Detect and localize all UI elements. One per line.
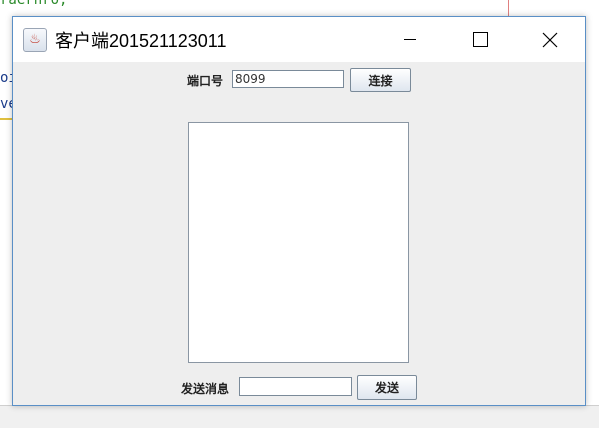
background-code-line: raernro, [0, 0, 68, 8]
connect-button[interactable]: 连接 [350, 68, 411, 92]
send-button[interactable]: 发送 [357, 375, 417, 400]
close-icon [542, 32, 558, 47]
java-icon: ♨ [23, 27, 47, 52]
window-title: 客户端201521123011 [55, 30, 227, 51]
background-status-strip [0, 405, 599, 428]
port-input[interactable] [232, 70, 344, 88]
background-margin-line [508, 0, 509, 16]
maximize-button[interactable] [457, 17, 503, 62]
message-input[interactable] [239, 377, 352, 396]
port-label: 端口号 [187, 74, 224, 88]
chat-log-area[interactable] [188, 122, 409, 363]
window-content: 端口号 连接 发送消息 发送 [13, 62, 585, 405]
title-bar[interactable]: ♨ 客户端201521123011 [13, 17, 585, 62]
client-window: ♨ 客户端201521123011 端口号 连接 发送消息 发送 [12, 16, 586, 406]
maximize-icon [472, 32, 488, 47]
message-label: 发送消息 [181, 382, 230, 396]
minimize-icon [404, 39, 416, 40]
background-marker [0, 98, 12, 120]
minimize-button[interactable] [387, 17, 433, 62]
close-button[interactable] [527, 17, 573, 62]
